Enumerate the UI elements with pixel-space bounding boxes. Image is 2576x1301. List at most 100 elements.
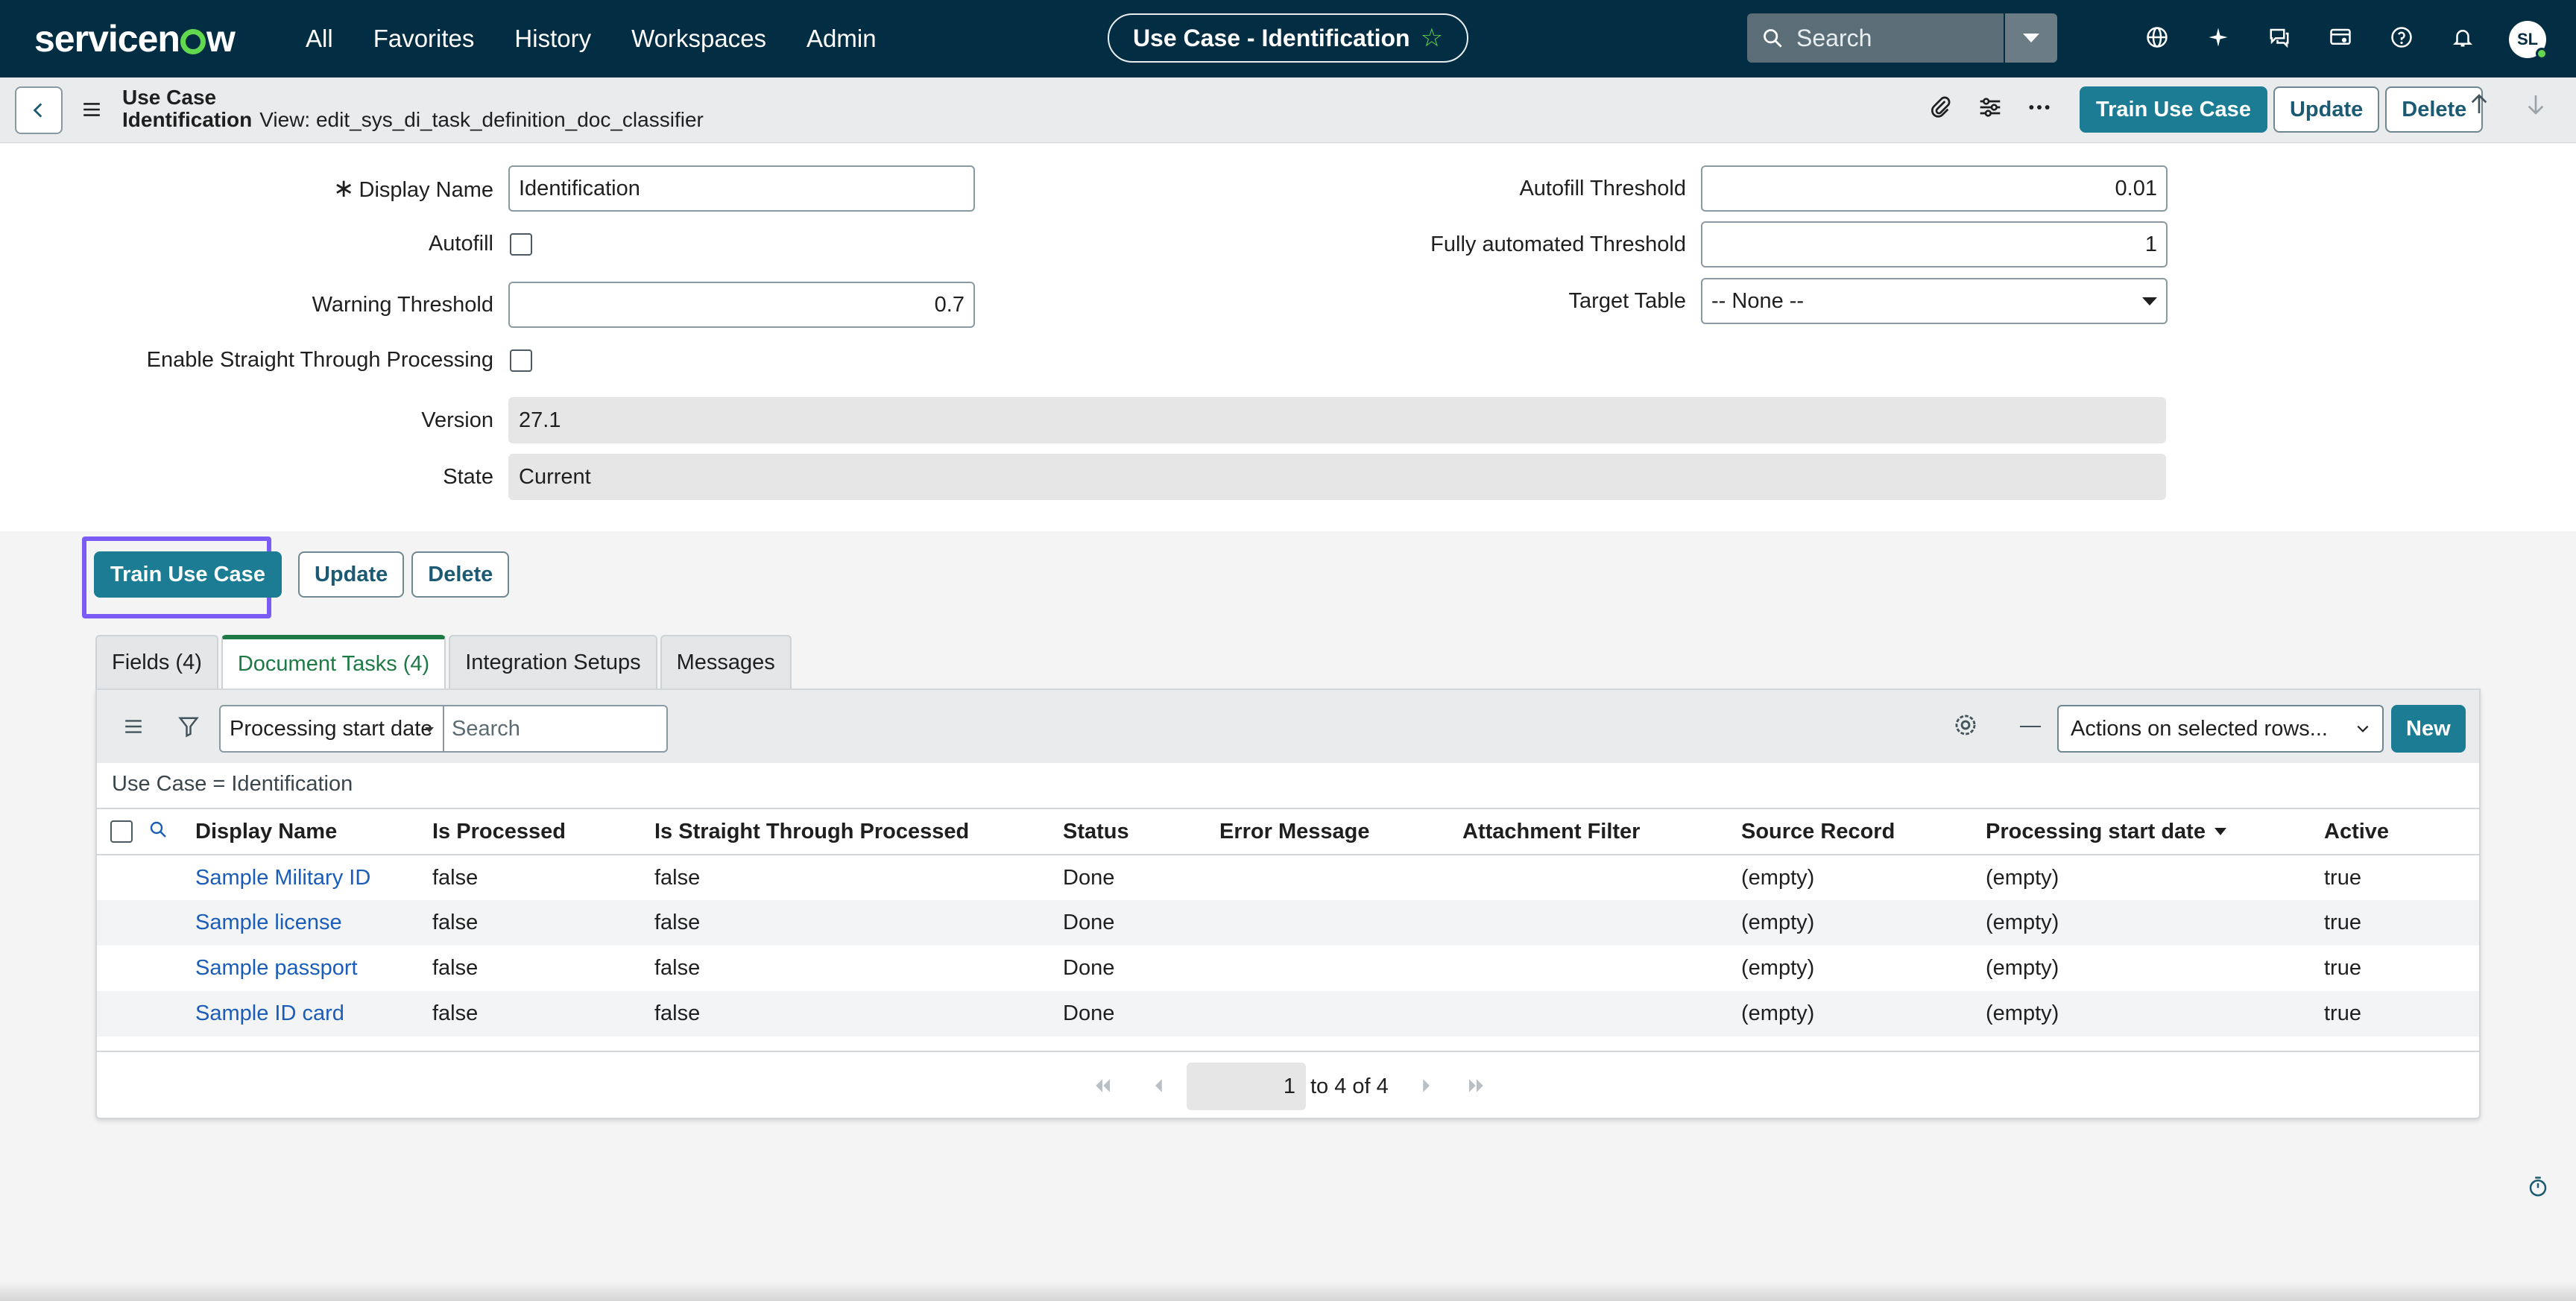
stopwatch-icon[interactable]	[2527, 1176, 2549, 1198]
target-table-select[interactable]: -- None --	[1701, 278, 2168, 324]
arrow-down-icon[interactable]	[2524, 92, 2548, 116]
autofill-threshold-input[interactable]: 0.01	[1701, 165, 2168, 212]
header-train-use-case-button[interactable]: Train Use Case	[2080, 86, 2267, 133]
column-active[interactable]: Active	[2324, 808, 2479, 855]
list-search-input[interactable]: Search	[444, 705, 668, 753]
target-table-label: Target Table	[1568, 288, 1686, 313]
cell-processing-start-date: (empty)	[1986, 865, 2059, 890]
list-breadcrumb[interactable]: Use Case = Identification	[112, 772, 353, 797]
page-number-input[interactable]: 1	[1187, 1063, 1306, 1110]
row-display-name-link[interactable]: Sample license	[195, 911, 342, 934]
cell-processing-start-date: (empty)	[1986, 900, 2324, 946]
column-is-straight-through-processed[interactable]: Is Straight Through Processed	[654, 808, 1063, 855]
back-button[interactable]	[15, 86, 63, 134]
chat-icon[interactable]	[2263, 21, 2296, 54]
settings-sliders-icon[interactable]	[1978, 95, 2002, 119]
select-all-checkbox[interactable]	[110, 820, 133, 843]
column-is-processed[interactable]: Is Processed	[432, 808, 654, 855]
train-use-case-button[interactable]: Train Use Case	[94, 551, 282, 598]
display-name-input[interactable]: Identification	[508, 165, 975, 212]
gear-icon[interactable]	[1953, 712, 1978, 738]
straight-through-checkbox[interactable]	[510, 349, 532, 372]
column-source-record[interactable]: Source Record	[1741, 808, 1986, 855]
collapse-icon[interactable]	[2020, 726, 2041, 727]
straight-through-row: Enable Straight Through Processing	[0, 348, 532, 373]
global-search: Search	[1747, 13, 2057, 63]
tab-messages[interactable]: Messages	[660, 635, 792, 689]
form-title-record: Identification	[122, 108, 253, 131]
more-options-icon[interactable]	[2027, 95, 2051, 119]
update-button[interactable]: Update	[297, 551, 405, 598]
user-avatar[interactable]: SL	[2509, 21, 2548, 60]
filter-icon[interactable]	[177, 715, 200, 738]
page-bottom-shadow	[0, 1282, 2576, 1301]
search-scope-dropdown[interactable]	[2004, 13, 2057, 63]
context-title: Use Case - Identification	[1132, 24, 1410, 51]
bell-icon[interactable]	[2446, 21, 2479, 54]
row-display-name-link[interactable]: Sample Military ID	[195, 866, 370, 890]
cell-error-message	[1219, 900, 1462, 946]
sort-descending-icon	[2214, 827, 2226, 835]
paperclip-icon[interactable]	[1929, 95, 1953, 119]
menu-admin[interactable]: Admin	[806, 22, 877, 55]
cell-is-processed: false	[432, 865, 479, 890]
cell-active: true	[2324, 900, 2479, 946]
globe-icon[interactable]	[2141, 21, 2174, 54]
cell-is-processed: false	[432, 956, 479, 980]
tab-fields[interactable]: Fields (4)	[95, 635, 218, 689]
actions-select[interactable]: Actions on selected rows...	[2057, 705, 2384, 753]
servicenow-logo[interactable]: servicen w	[34, 15, 236, 63]
first-page-icon[interactable]	[1091, 1074, 1114, 1097]
column-attachment-filter[interactable]: Attachment Filter	[1462, 808, 1741, 855]
tab-document-tasks[interactable]: Document Tasks (4)	[221, 635, 446, 689]
arrow-up-icon[interactable]	[2467, 92, 2491, 116]
version-field: 27.1	[508, 397, 2166, 443]
star-icon[interactable]: ☆	[1421, 23, 1443, 53]
autofill-checkbox[interactable]	[510, 232, 532, 256]
chevron-down-icon	[2357, 725, 2369, 732]
cell-status: Done	[1063, 900, 1219, 946]
column-error-message[interactable]: Error Message	[1219, 808, 1462, 855]
new-button[interactable]: New	[2391, 705, 2466, 753]
sparkle-icon[interactable]	[2202, 21, 2235, 54]
header-update-button[interactable]: Update	[2273, 86, 2380, 133]
screen-icon[interactable]	[2324, 21, 2357, 54]
search-field-value: Processing start date	[230, 716, 433, 741]
help-icon[interactable]	[2385, 21, 2418, 54]
menu-workspaces[interactable]: Workspaces	[631, 22, 766, 55]
cell-status: Done	[1063, 991, 1219, 1036]
column-search-icon[interactable]	[149, 820, 167, 838]
column-processing-start-date[interactable]: Processing start date	[1986, 808, 2324, 855]
target-table-value: -- None --	[1711, 288, 1805, 313]
column-display-name[interactable]: Display Name	[195, 808, 432, 855]
column-status[interactable]: Status	[1063, 808, 1219, 855]
hamburger-menu-icon[interactable]	[82, 100, 101, 119]
cell-status: Done	[1063, 956, 1115, 980]
list-toolbar: Processing start date Search Actions on …	[97, 690, 2479, 763]
previous-page-icon[interactable]	[1148, 1074, 1170, 1097]
online-status-dot	[2536, 48, 2548, 60]
list-pagination: 1 to 4 of 4	[97, 1051, 2479, 1119]
cell-source-record: (empty)	[1741, 991, 1986, 1036]
search-field-select[interactable]: Processing start date	[219, 705, 444, 753]
document-tasks-list: Processing start date Search Actions on …	[95, 689, 2481, 1119]
context-title-pill[interactable]: Use Case - Identification ☆	[1108, 13, 1468, 63]
list-menu-icon[interactable]	[124, 717, 143, 736]
form-title-table: Use Case	[122, 86, 217, 109]
record-navigation	[2467, 92, 2548, 116]
menu-all[interactable]: All	[306, 22, 333, 55]
tab-integration-setups[interactable]: Integration Setups	[449, 635, 657, 689]
cell-attachment-filter	[1462, 855, 1741, 900]
fully-automated-threshold-input[interactable]: 1	[1701, 221, 2168, 268]
cell-is-straight-through: false	[654, 865, 701, 890]
menu-favorites[interactable]: Favorites	[373, 22, 475, 55]
next-page-icon[interactable]	[1415, 1074, 1437, 1097]
menu-history[interactable]: History	[514, 22, 591, 55]
warning-threshold-input[interactable]: 0.7	[508, 282, 975, 328]
delete-button[interactable]: Delete	[411, 551, 510, 598]
row-display-name-link[interactable]: Sample ID card	[195, 1001, 344, 1025]
last-page-icon[interactable]	[1465, 1074, 1488, 1097]
row-display-name-link[interactable]: Sample passport	[195, 956, 358, 980]
cell-error-message	[1219, 946, 1462, 991]
global-search-input[interactable]: Search	[1747, 25, 2004, 52]
